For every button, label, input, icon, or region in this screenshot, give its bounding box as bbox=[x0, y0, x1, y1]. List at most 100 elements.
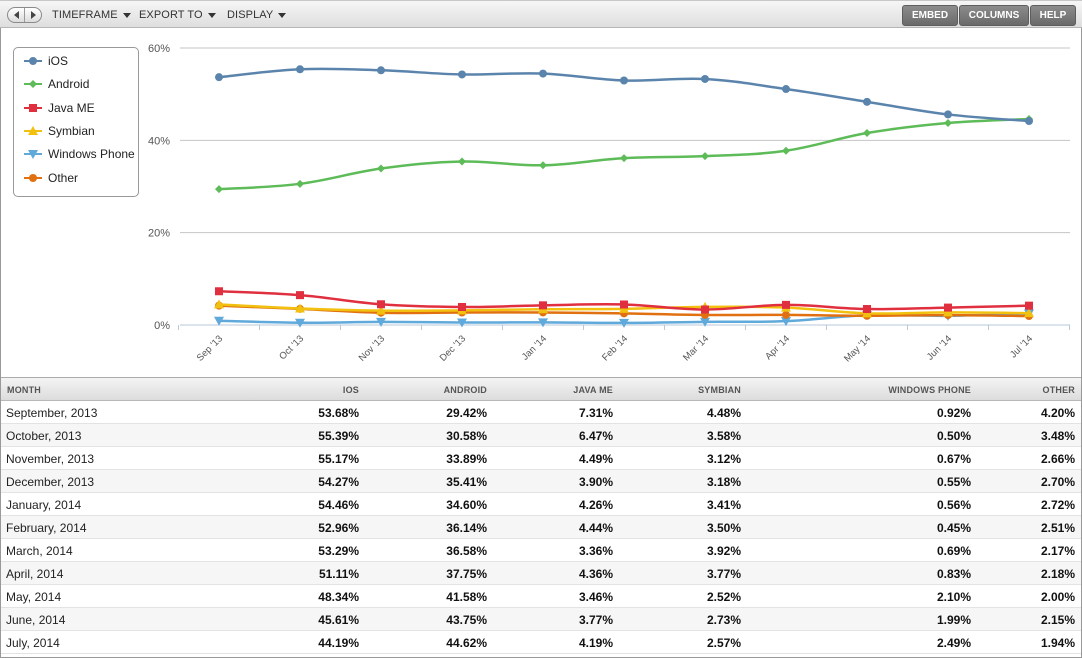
table-row: March, 2014 53.29% 36.58% 3.36% 3.92% 0.69% 2.… bbox=[1, 539, 1081, 562]
value-cell: 54.46% bbox=[318, 498, 359, 512]
value-cell: 0.56% bbox=[936, 498, 971, 512]
next-button[interactable] bbox=[25, 8, 41, 22]
value-cell: 0.92% bbox=[936, 406, 971, 420]
table-row: May, 2014 48.34% 41.58% 3.46% 2.52% 2.10% 2.00… bbox=[1, 585, 1081, 608]
legend-label: Java ME bbox=[48, 100, 95, 115]
value-cell: 30.58% bbox=[446, 429, 487, 443]
table-row: November, 2013 55.17% 33.89% 4.49% 3.12% 0.67… bbox=[1, 447, 1081, 470]
month-cell: January, 2014 bbox=[6, 498, 82, 512]
x-tick-label: Oct '13 bbox=[277, 333, 306, 362]
value-cell: 35.41% bbox=[446, 475, 487, 489]
value-cell: 55.39% bbox=[318, 429, 359, 443]
legend-item-windows-phone[interactable]: Windows Phone bbox=[24, 146, 135, 162]
legend-item-symbian[interactable]: Symbian bbox=[24, 123, 95, 139]
data-point-ios bbox=[782, 85, 790, 94]
value-cell: 33.89% bbox=[446, 452, 487, 466]
data-point-android bbox=[782, 146, 790, 155]
data-point-android bbox=[377, 164, 385, 173]
value-cell: 44.19% bbox=[318, 636, 359, 650]
value-cell: 2.49% bbox=[936, 636, 971, 650]
y-tick-label: 60% bbox=[148, 43, 170, 55]
value-cell: 45.61% bbox=[318, 613, 359, 627]
data-point-ios bbox=[863, 97, 871, 106]
value-cell: 2.73% bbox=[706, 613, 741, 627]
value-cell: 37.75% bbox=[446, 567, 487, 581]
month-cell: June, 2014 bbox=[6, 613, 66, 627]
previous-button[interactable] bbox=[8, 8, 25, 22]
data-table: MONTH IOS ANDROID JAVA ME SYMBIAN WINDOWS PHO… bbox=[1, 377, 1081, 654]
x-tick-label: Jan '14 bbox=[520, 333, 549, 362]
chart-legend: iOS Android Java ME Symbian Windows Phone Oth… bbox=[13, 47, 139, 197]
arrow-left-icon bbox=[13, 11, 19, 19]
legend-marker bbox=[29, 80, 37, 89]
data-point-java-me bbox=[863, 305, 871, 314]
chevron-down-icon bbox=[207, 13, 216, 18]
data-point-ios bbox=[296, 65, 304, 74]
display-menu[interactable]: DISPLAY bbox=[227, 9, 287, 21]
legend-marker bbox=[29, 57, 37, 65]
value-cell: 0.67% bbox=[936, 452, 971, 466]
legend-label: iOS bbox=[48, 54, 69, 68]
value-cell: 2.70% bbox=[1040, 475, 1075, 489]
value-cell: 4.44% bbox=[578, 521, 613, 535]
value-cell: 41.58% bbox=[446, 590, 487, 604]
data-point-java-me bbox=[296, 291, 304, 300]
data-point-java-me bbox=[620, 300, 628, 309]
value-cell: 2.51% bbox=[1040, 521, 1075, 535]
embed-button[interactable]: EMBED bbox=[902, 5, 958, 26]
chevron-down-icon bbox=[278, 13, 287, 18]
data-point-android bbox=[944, 119, 952, 128]
value-cell: 7.31% bbox=[578, 406, 613, 420]
data-point-java-me bbox=[944, 303, 952, 312]
legend-marker bbox=[29, 173, 37, 182]
data-point-android bbox=[620, 154, 628, 163]
column-header-windows-phone[interactable]: WINDOWS PHONE bbox=[888, 385, 971, 395]
column-header-symbian[interactable]: SYMBIAN bbox=[698, 385, 741, 395]
series-line-android bbox=[218, 117, 1030, 191]
value-cell: 0.55% bbox=[936, 475, 971, 489]
export-menu[interactable]: EXPORT TO bbox=[139, 9, 216, 21]
value-cell: 34.60% bbox=[446, 498, 487, 512]
value-cell: 6.47% bbox=[578, 429, 613, 443]
value-cell: 2.10% bbox=[936, 590, 971, 604]
legend-item-java-me[interactable]: Java ME bbox=[24, 100, 95, 116]
x-tick-label: May '14 bbox=[842, 333, 873, 364]
help-button[interactable]: HELP bbox=[1030, 5, 1076, 26]
timeframe-menu[interactable]: TIMEFRAME bbox=[52, 9, 131, 21]
value-cell: 36.58% bbox=[446, 544, 487, 558]
value-cell: 4.20% bbox=[1040, 406, 1075, 420]
value-cell: 4.49% bbox=[578, 452, 613, 466]
legend-marker bbox=[29, 103, 37, 112]
value-cell: 4.26% bbox=[578, 498, 613, 512]
month-cell: December, 2013 bbox=[6, 475, 95, 489]
column-header-java-me[interactable]: JAVA ME bbox=[573, 385, 613, 395]
data-point-android bbox=[458, 157, 466, 166]
data-point-java-me bbox=[377, 300, 385, 309]
value-cell: 3.46% bbox=[578, 590, 613, 604]
legend-item-android[interactable]: Android bbox=[24, 76, 89, 92]
column-header-ios[interactable]: IOS bbox=[343, 385, 359, 395]
data-point-android bbox=[296, 179, 304, 188]
x-tick-label: Mar '14 bbox=[681, 333, 711, 363]
column-header-android[interactable]: ANDROID bbox=[444, 385, 487, 395]
value-cell: 3.90% bbox=[578, 475, 613, 489]
column-header-other[interactable]: OTHER bbox=[1043, 385, 1076, 395]
legend-item-ios[interactable]: iOS bbox=[24, 53, 68, 69]
series-android bbox=[215, 115, 1033, 194]
legend-item-other[interactable]: Other bbox=[24, 170, 78, 186]
x-tick-label: Feb '14 bbox=[600, 333, 630, 363]
data-point-other bbox=[782, 310, 790, 319]
month-cell: October, 2013 bbox=[6, 429, 82, 443]
data-point-java-me bbox=[1025, 301, 1033, 310]
x-tick-label: Dec '13 bbox=[438, 333, 468, 363]
columns-button[interactable]: COLUMNS bbox=[959, 5, 1029, 26]
legend-label: Android bbox=[48, 77, 90, 92]
value-cell: 48.34% bbox=[318, 590, 359, 604]
data-point-java-me bbox=[458, 302, 466, 311]
arrow-right-icon bbox=[30, 11, 36, 19]
value-cell: 4.19% bbox=[578, 636, 613, 650]
column-header-month[interactable]: MONTH bbox=[7, 385, 41, 395]
data-point-ios bbox=[701, 74, 709, 83]
value-cell: 3.41% bbox=[706, 498, 741, 512]
square-marker-icon bbox=[24, 103, 42, 112]
